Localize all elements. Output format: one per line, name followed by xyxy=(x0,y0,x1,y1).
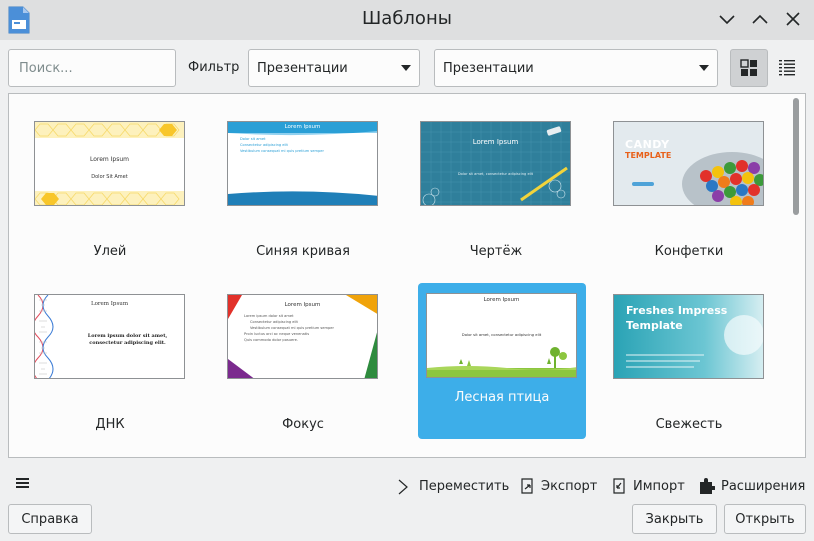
export-label: Экспорт xyxy=(541,478,598,494)
template-tile-forestbird[interactable]: Lorem Ipsum Dolor sit amet, consectetur … xyxy=(418,283,586,439)
thumb-subtitle: Lorem ipsum dolor sit amet, consectetur … xyxy=(87,333,168,346)
close-icon xyxy=(786,12,800,26)
template-label: Синяя кривая xyxy=(256,244,350,259)
template-thumbnail: Lorem Ipsum Dolor sit amet, consectetur … xyxy=(426,293,577,378)
template-thumbnail: Lorem Ipsum Dolor Sit Amet xyxy=(34,121,185,206)
menu-button[interactable] xyxy=(16,476,30,494)
template-tile-blueprint[interactable]: Lorem Ipsum Dolor sit amet, consectetur … xyxy=(412,111,580,267)
help-button[interactable]: Справка xyxy=(8,504,92,534)
thumb-line: Quis commodo dolor posuere. xyxy=(244,338,299,342)
export-button[interactable]: Экспорт xyxy=(519,477,597,495)
list-view-button[interactable] xyxy=(768,49,806,87)
hamburger-icon xyxy=(16,478,29,488)
template-thumbnail: CANDY TEMPLATE xyxy=(613,121,764,206)
list-view-icon xyxy=(779,60,795,76)
template-thumbnail: Lorem Ipsum Dolor sit amet, consectetur … xyxy=(420,121,571,206)
thumb-line: Vestibulum consequat mi quis pretium sem… xyxy=(240,149,324,153)
thumb-title: CANDY xyxy=(625,138,670,151)
extensions-button[interactable]: Расширения xyxy=(699,477,805,495)
template-tile-dna[interactable]: Lorem Ipsum Lorem ipsum dolor sit amet, … xyxy=(26,284,194,440)
filter-label: Фильтр xyxy=(188,60,240,75)
dropdown-arrow-icon xyxy=(699,65,709,71)
thumb-title: Lorem Ipsum xyxy=(284,124,321,130)
move-icon xyxy=(398,479,408,495)
close-button[interactable]: Закрыть xyxy=(632,504,717,534)
thumb-line: Proin luctus orci ac neque venenatis xyxy=(244,332,310,336)
templates-panel: Lorem Ipsum Dolor Sit Amet Улей Lorem Ip… xyxy=(8,93,806,458)
import-button[interactable]: Импорт xyxy=(611,477,685,495)
chevron-down-icon xyxy=(719,15,735,25)
thumb-title: Freshes Impress Template xyxy=(626,304,728,332)
thumb-subtitle: Dolor sit amet, consectetur adipiscing e… xyxy=(457,172,534,176)
template-tile-blue-curve[interactable]: Lorem Ipsum Dolor sit amet Consectetur a… xyxy=(219,111,387,267)
template-tile-candy[interactable]: CANDY TEMPLATE Конфетки xyxy=(605,111,773,267)
template-tile-focus[interactable]: Lorem Ipsum Lorem ipsum dolor sit amet C… xyxy=(219,284,387,440)
filter-combo-1[interactable]: Презентации xyxy=(248,49,420,87)
extension-puzzle-icon xyxy=(700,478,715,494)
template-label: Лесная птица xyxy=(454,390,550,405)
thumb-subtitle: Dolor sit amet, consectetur adipiscing e… xyxy=(461,332,542,337)
chevron-up-icon xyxy=(752,14,768,24)
open-button[interactable]: Открыть xyxy=(724,504,806,534)
thumb-line: Vestibulum consequat mi quis pretium sem… xyxy=(250,326,334,330)
search-input[interactable] xyxy=(8,49,176,87)
template-thumbnail: Lorem Ipsum Lorem ipsum dolor sit amet, … xyxy=(34,294,185,379)
template-label: Фокус xyxy=(282,417,324,432)
template-label: ДНК xyxy=(95,417,125,432)
export-icon xyxy=(521,478,533,494)
template-tile-freshes[interactable]: Freshes Impress Template Свежесть xyxy=(605,284,773,440)
template-thumbnail: Freshes Impress Template xyxy=(613,294,764,379)
minimize-button[interactable] xyxy=(716,8,738,30)
template-tile-beehive[interactable]: Lorem Ipsum Dolor Sit Amet Улей xyxy=(26,111,194,267)
template-label: Свежесть xyxy=(655,417,723,432)
extensions-label: Расширения xyxy=(721,478,806,494)
filter-combo-2-value: Презентации xyxy=(443,60,534,76)
thumb-line: Consectetur adipiscing elit xyxy=(250,320,298,324)
grid-view-icon xyxy=(740,59,757,76)
thumb-line: Dolor sit amet xyxy=(240,137,266,141)
thumb-subtitle: TEMPLATE xyxy=(625,151,672,160)
window-title: Шаблоны xyxy=(362,8,452,29)
filter-combo-1-value: Презентации xyxy=(257,60,348,76)
title-bar: Шаблоны xyxy=(0,0,814,40)
filter-combo-2[interactable]: Презентации xyxy=(434,49,718,87)
thumb-title: Lorem Ipsum xyxy=(483,297,520,303)
template-label: Улей xyxy=(93,244,127,259)
maximize-button[interactable] xyxy=(749,8,771,30)
thumb-subtitle: Dolor Sit Amet xyxy=(91,174,128,180)
template-thumbnail: Lorem Ipsum Dolor sit amet Consectetur a… xyxy=(227,121,378,206)
import-label: Импорт xyxy=(633,478,685,494)
dropdown-arrow-icon xyxy=(401,65,411,71)
import-icon xyxy=(613,478,625,494)
thumb-line: Lorem ipsum dolor sit amet xyxy=(244,314,294,318)
template-label: Конфетки xyxy=(654,244,724,259)
thumb-title: Lorem Ipsum xyxy=(472,138,519,146)
thumb-title: Lorem Ipsum xyxy=(284,302,321,308)
thumbnail-view-button[interactable] xyxy=(730,49,768,87)
thumb-title: Lorem Ipsum xyxy=(90,301,129,307)
scrollbar-handle[interactable] xyxy=(793,98,799,215)
move-button[interactable]: Переместить xyxy=(397,477,509,495)
thumb-line: Consectetur adipiscing elit xyxy=(240,143,288,147)
move-label: Переместить xyxy=(419,478,510,494)
template-thumbnail: Lorem Ipsum Lorem ipsum dolor sit amet C… xyxy=(227,294,378,379)
thumb-title: Lorem Ipsum xyxy=(89,156,130,163)
template-label: Чертёж xyxy=(469,244,523,259)
close-window-button[interactable] xyxy=(782,8,804,30)
